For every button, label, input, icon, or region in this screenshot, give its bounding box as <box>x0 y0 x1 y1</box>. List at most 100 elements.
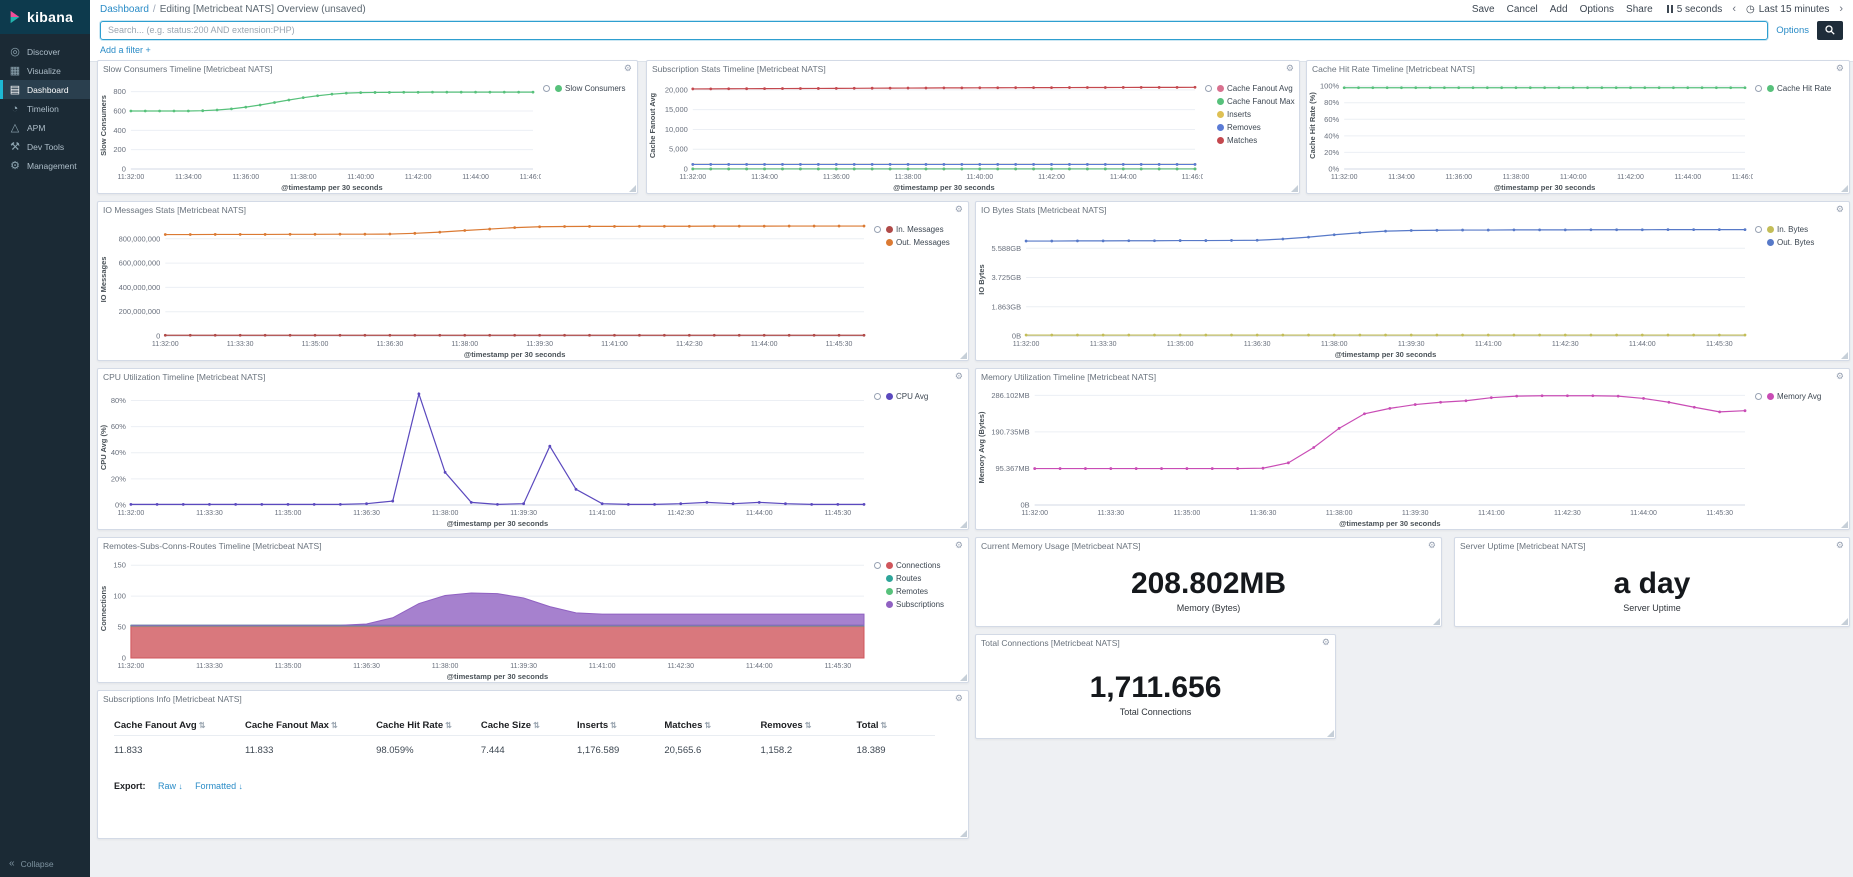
legend-item[interactable]: Connections <box>886 561 964 570</box>
legend-item[interactable]: Routes <box>886 574 964 583</box>
table-header[interactable]: Inserts⇅ <box>577 716 664 736</box>
io-messages-chart[interactable]: 0200,000,000400,000,000600,000,000800,00… <box>98 217 872 360</box>
save-button[interactable]: Save <box>1472 4 1495 15</box>
io-bytes-chart[interactable]: 0B1.863GB3.725GB5.588GB11:32:0011:33:301… <box>976 217 1753 360</box>
legend-toggle-icon[interactable] <box>1755 226 1762 233</box>
legend-item[interactable]: Inserts <box>1217 110 1295 119</box>
refresh-interval-button[interactable]: 5 seconds <box>1677 4 1723 15</box>
add-button[interactable]: Add <box>1550 4 1568 15</box>
memory-utilization-chart[interactable]: 0B95.367MB190.735MB286.102MB11:32:0011:3… <box>976 384 1753 529</box>
kibana-logo[interactable]: kibana <box>0 0 90 34</box>
search-options-link[interactable]: Options <box>1776 25 1809 36</box>
legend-toggle-icon[interactable] <box>543 85 550 92</box>
legend-item[interactable]: Matches <box>1217 136 1295 145</box>
panel-header[interactable]: Current Memory Usage [Metricbeat NATS] ⚙ <box>976 538 1441 553</box>
table-header[interactable]: Total⇅ <box>857 716 936 736</box>
sidebar-item-management[interactable]: ⚙ Management <box>0 156 90 175</box>
table-header[interactable]: Removes⇅ <box>760 716 856 736</box>
time-range-button[interactable]: Last 15 minutes <box>1759 4 1830 15</box>
panel-header[interactable]: IO Messages Stats [Metricbeat NATS] ⚙ <box>98 202 968 217</box>
panel-resize-handle[interactable] <box>1291 185 1298 192</box>
panel-header[interactable]: Subscription Stats Timeline [Metricbeat … <box>647 61 1299 76</box>
legend-toggle-icon[interactable] <box>874 393 881 400</box>
share-button[interactable]: Share <box>1626 4 1653 15</box>
panel-header[interactable]: Remotes-Subs-Conns-Routes Timeline [Metr… <box>98 538 968 553</box>
gear-icon[interactable]: ⚙ <box>624 64 632 73</box>
legend-item[interactable]: Removes <box>1217 123 1295 132</box>
panel-header[interactable]: Server Uptime [Metricbeat NATS] ⚙ <box>1455 538 1849 553</box>
gear-icon[interactable]: ⚙ <box>1836 205 1844 214</box>
legend-toggle-icon[interactable] <box>874 562 881 569</box>
panel-header[interactable]: Total Connections [Metricbeat NATS] ⚙ <box>976 635 1335 650</box>
sidebar-item-dashboard[interactable]: ▤ Dashboard <box>0 80 90 99</box>
gear-icon[interactable]: ⚙ <box>955 694 963 703</box>
panel-resize-handle[interactable] <box>960 674 967 681</box>
table-header[interactable]: Cache Size⇅ <box>481 716 577 736</box>
cpu-utilization-chart[interactable]: 0%20%40%60%80%11:32:0011:33:3011:35:0011… <box>98 384 872 529</box>
sidebar-item-visualize[interactable]: ▦ Visualize <box>0 61 90 80</box>
panel-resize-handle[interactable] <box>1433 618 1440 625</box>
time-back-chevron-icon[interactable]: ‹ <box>1732 3 1736 15</box>
search-input[interactable] <box>100 21 1768 40</box>
search-button[interactable] <box>1817 21 1843 40</box>
gear-icon[interactable]: ⚙ <box>955 205 963 214</box>
panel-resize-handle[interactable] <box>1841 618 1848 625</box>
gear-icon[interactable]: ⚙ <box>1836 372 1844 381</box>
panel-header[interactable]: Cache Hit Rate Timeline [Metricbeat NATS… <box>1307 61 1849 76</box>
gear-icon[interactable]: ⚙ <box>1836 541 1844 550</box>
panel-resize-handle[interactable] <box>1841 185 1848 192</box>
gear-icon[interactable]: ⚙ <box>1428 541 1436 550</box>
panel-resize-handle[interactable] <box>960 352 967 359</box>
gear-icon[interactable]: ⚙ <box>1286 64 1294 73</box>
panel-header[interactable]: Memory Utilization Timeline [Metricbeat … <box>976 369 1849 384</box>
legend-toggle-icon[interactable] <box>874 226 881 233</box>
slow-consumers-chart[interactable]: 020040060080011:32:0011:34:0011:36:0011:… <box>98 76 541 193</box>
legend-item[interactable]: Out. Bytes <box>1767 238 1845 247</box>
panel-resize-handle[interactable] <box>1841 521 1848 528</box>
legend-item[interactable]: Cache Hit Rate <box>1767 84 1845 93</box>
legend-toggle-icon[interactable] <box>1755 393 1762 400</box>
panel-resize-handle[interactable] <box>960 521 967 528</box>
add-filter-button[interactable]: Add a filter + <box>100 45 151 55</box>
panel-resize-handle[interactable] <box>629 185 636 192</box>
legend-item[interactable]: Remotes <box>886 587 964 596</box>
legend-toggle-icon[interactable] <box>1755 85 1762 92</box>
panel-resize-handle[interactable] <box>1841 352 1848 359</box>
sidebar-item-discover[interactable]: ◎ Discover <box>0 42 90 61</box>
legend-item[interactable]: Out. Messages <box>886 238 964 247</box>
table-header[interactable]: Matches⇅ <box>664 716 760 736</box>
cancel-button[interactable]: Cancel <box>1507 4 1538 15</box>
panel-resize-handle[interactable] <box>1327 730 1334 737</box>
panel-header[interactable]: Subscriptions Info [Metricbeat NATS] ⚙ <box>98 691 968 706</box>
legend-item[interactable]: CPU Avg <box>886 392 964 401</box>
sidebar-item-apm[interactable]: △ APM <box>0 118 90 137</box>
table-header[interactable]: Cache Hit Rate⇅ <box>376 716 481 736</box>
gear-icon[interactable]: ⚙ <box>955 372 963 381</box>
subscription-stats-chart[interactable]: 05,00010,00015,00020,00011:32:0011:34:00… <box>647 76 1203 193</box>
sidebar-item-dev-tools[interactable]: ⚒ Dev Tools <box>0 137 90 156</box>
legend-item[interactable]: Cache Fanout Avg <box>1217 84 1295 93</box>
export-raw-link[interactable]: Raw ↓ <box>158 781 183 791</box>
panel-header[interactable]: Slow Consumers Timeline [Metricbeat NATS… <box>98 61 637 76</box>
sidebar-item-timelion[interactable]: ◔ Timelion <box>0 99 90 118</box>
legend-toggle-icon[interactable] <box>1205 85 1212 92</box>
table-header[interactable]: Cache Fanout Max⇅ <box>245 716 376 736</box>
cache-hit-rate-chart[interactable]: 0%20%40%60%80%100%11:32:0011:34:0011:36:… <box>1307 76 1753 193</box>
legend-item[interactable]: Subscriptions <box>886 600 964 609</box>
panel-header[interactable]: IO Bytes Stats [Metricbeat NATS] ⚙ <box>976 202 1849 217</box>
options-button[interactable]: Options <box>1580 4 1614 15</box>
gear-icon[interactable]: ⚙ <box>1836 64 1844 73</box>
pause-icon[interactable] <box>1667 5 1673 13</box>
time-forward-chevron-icon[interactable]: › <box>1839 3 1843 15</box>
table-header[interactable]: Cache Fanout Avg⇅ <box>114 716 245 736</box>
panel-resize-handle[interactable] <box>960 830 967 837</box>
gear-icon[interactable]: ⚙ <box>1322 638 1330 647</box>
export-formatted-link[interactable]: Formatted ↓ <box>195 781 243 791</box>
sidebar-collapse-button[interactable]: « Collapse <box>0 858 90 869</box>
legend-item[interactable]: Cache Fanout Max <box>1217 97 1295 106</box>
legend-item[interactable]: In. Messages <box>886 225 964 234</box>
gear-icon[interactable]: ⚙ <box>955 541 963 550</box>
remotes-subs-conns-routes-chart[interactable]: 05010015011:32:0011:33:3011:35:0011:36:3… <box>98 553 872 682</box>
legend-item[interactable]: In. Bytes <box>1767 225 1845 234</box>
legend-item[interactable]: Memory Avg <box>1767 392 1845 401</box>
